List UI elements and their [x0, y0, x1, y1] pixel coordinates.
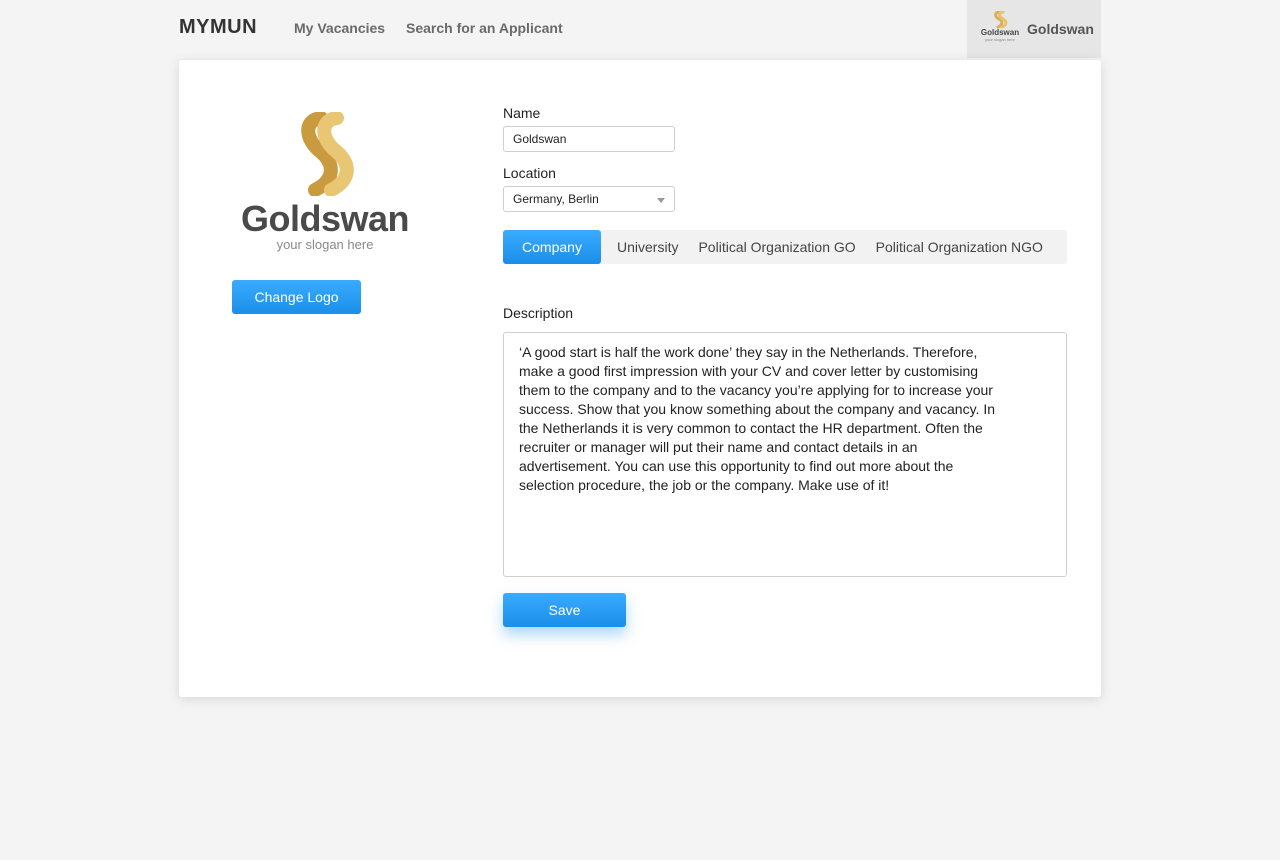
company-logo-slogan: your slogan here [276, 237, 374, 252]
top-navbar: MYMUN My Vacancies Search for an Applica… [0, 0, 1280, 58]
name-input[interactable] [503, 126, 675, 152]
save-button[interactable]: Save [503, 593, 626, 627]
chevron-down-icon [657, 198, 665, 203]
change-logo-button[interactable]: Change Logo [232, 280, 361, 314]
name-label: Name [503, 105, 541, 121]
account-menu[interactable]: Goldswan your slogan here Goldswan [967, 0, 1101, 58]
tab-political-organization-go[interactable]: Political Organization GO [688, 230, 865, 264]
goldswan-swan-icon [301, 112, 354, 196]
location-label: Location [503, 165, 556, 181]
company-logo-word: Goldswan [240, 198, 410, 239]
company-logo: Goldswan your slogan here [237, 112, 413, 262]
brand-logo-text[interactable]: MYMUN [179, 16, 257, 39]
description-textarea[interactable]: ‘A good start is half the work done’ the… [503, 332, 1067, 577]
tab-political-organization-ngo[interactable]: Political Organization NGO [866, 230, 1053, 264]
account-logo-slogan: your slogan here [985, 37, 1015, 42]
tab-university[interactable]: University [601, 230, 688, 264]
tab-company[interactable]: Company [503, 230, 601, 264]
location-select[interactable]: Germany, Berlin [503, 186, 675, 212]
account-logo-word: Goldswan [980, 28, 1020, 37]
description-label: Description [503, 305, 574, 321]
profile-card: Goldswan your slogan here Change Logo Na… [179, 60, 1101, 697]
account-name: Goldswan [1027, 21, 1094, 37]
nav-search-applicant[interactable]: Search for an Applicant [406, 20, 563, 36]
location-selected-value: Germany, Berlin [513, 192, 599, 206]
account-avatar: Goldswan your slogan here [980, 11, 1020, 47]
goldswan-swan-icon [994, 11, 1008, 29]
organization-type-tabs: Company University Political Organizatio… [503, 230, 1067, 264]
nav-my-vacancies[interactable]: My Vacancies [294, 20, 385, 36]
